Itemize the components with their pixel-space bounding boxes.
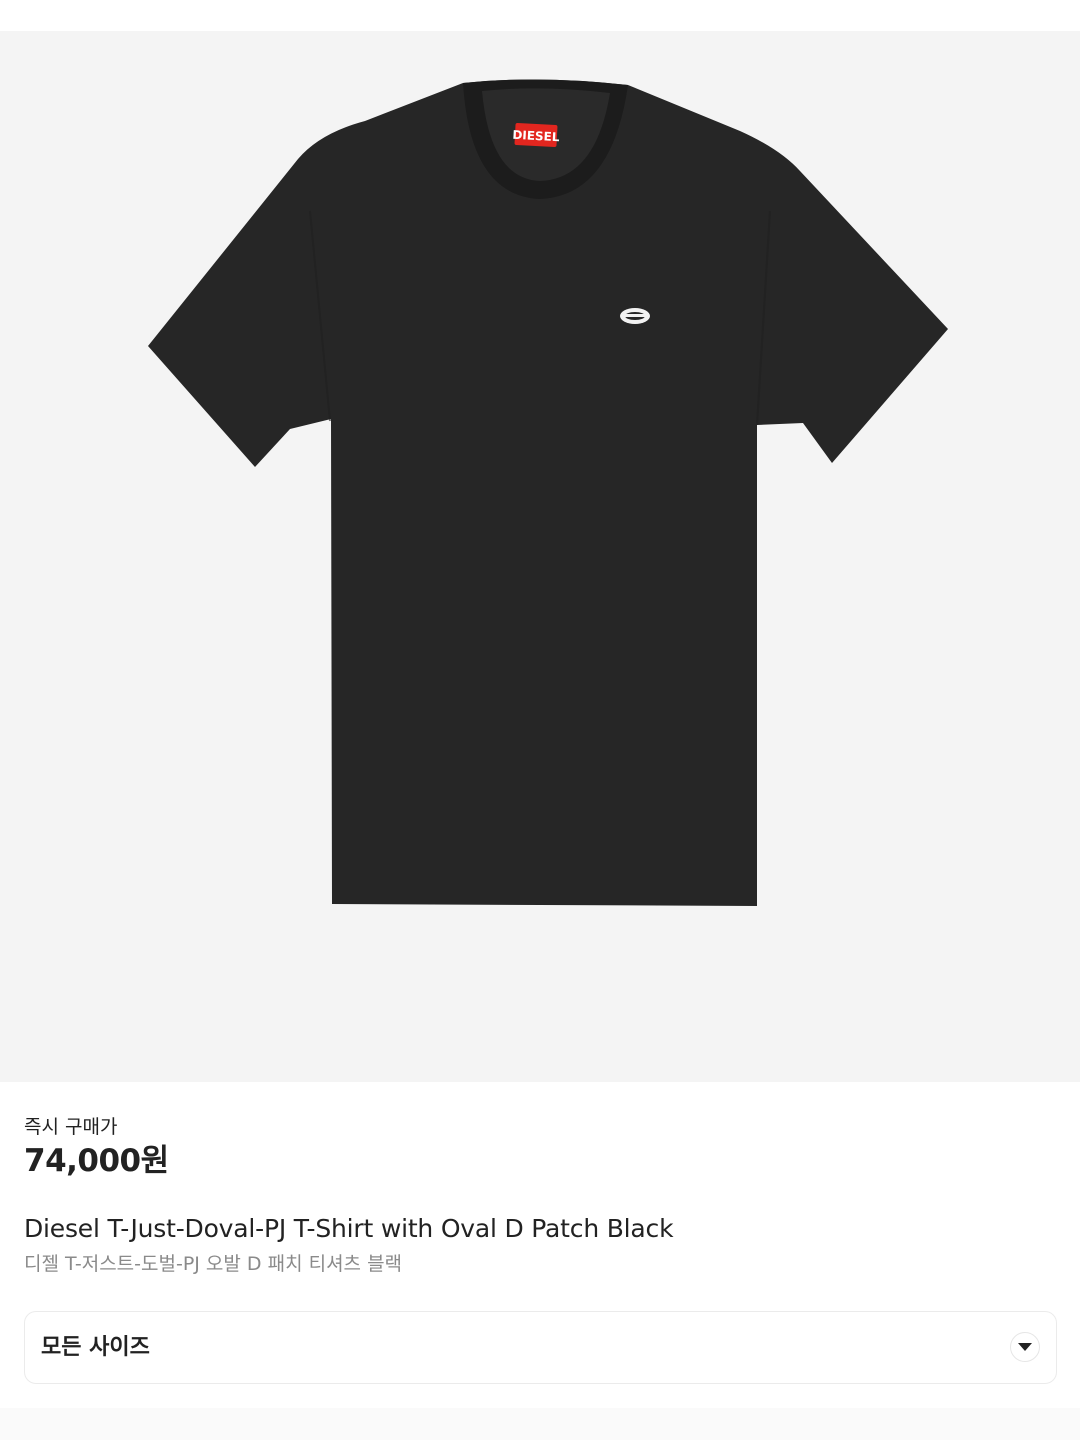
product-title-ko: 디젤 T-저스트-도벌-PJ 오발 D 패치 티셔츠 블랙: [24, 1253, 403, 1275]
price-label: 즉시 구매가: [24, 1116, 118, 1138]
price: 74,000원: [24, 1143, 169, 1179]
brand-tag-text: DIESEL: [512, 128, 560, 144]
product-image[interactable]: DIESEL: [0, 31, 1080, 1082]
oval-d-patch-icon: [620, 308, 650, 324]
size-select-dropdown[interactable]: 모든 사이즈: [24, 1311, 1057, 1384]
product-title-en: Diesel T-Just-Doval-PJ T-Shirt with Oval…: [24, 1214, 674, 1243]
bottom-divider: [0, 1408, 1080, 1440]
chevron-down-icon[interactable]: [1010, 1332, 1040, 1362]
tshirt-image: DIESEL: [148, 79, 948, 906]
top-bar: [0, 0, 1080, 31]
size-select-label: 모든 사이즈: [41, 1335, 150, 1360]
